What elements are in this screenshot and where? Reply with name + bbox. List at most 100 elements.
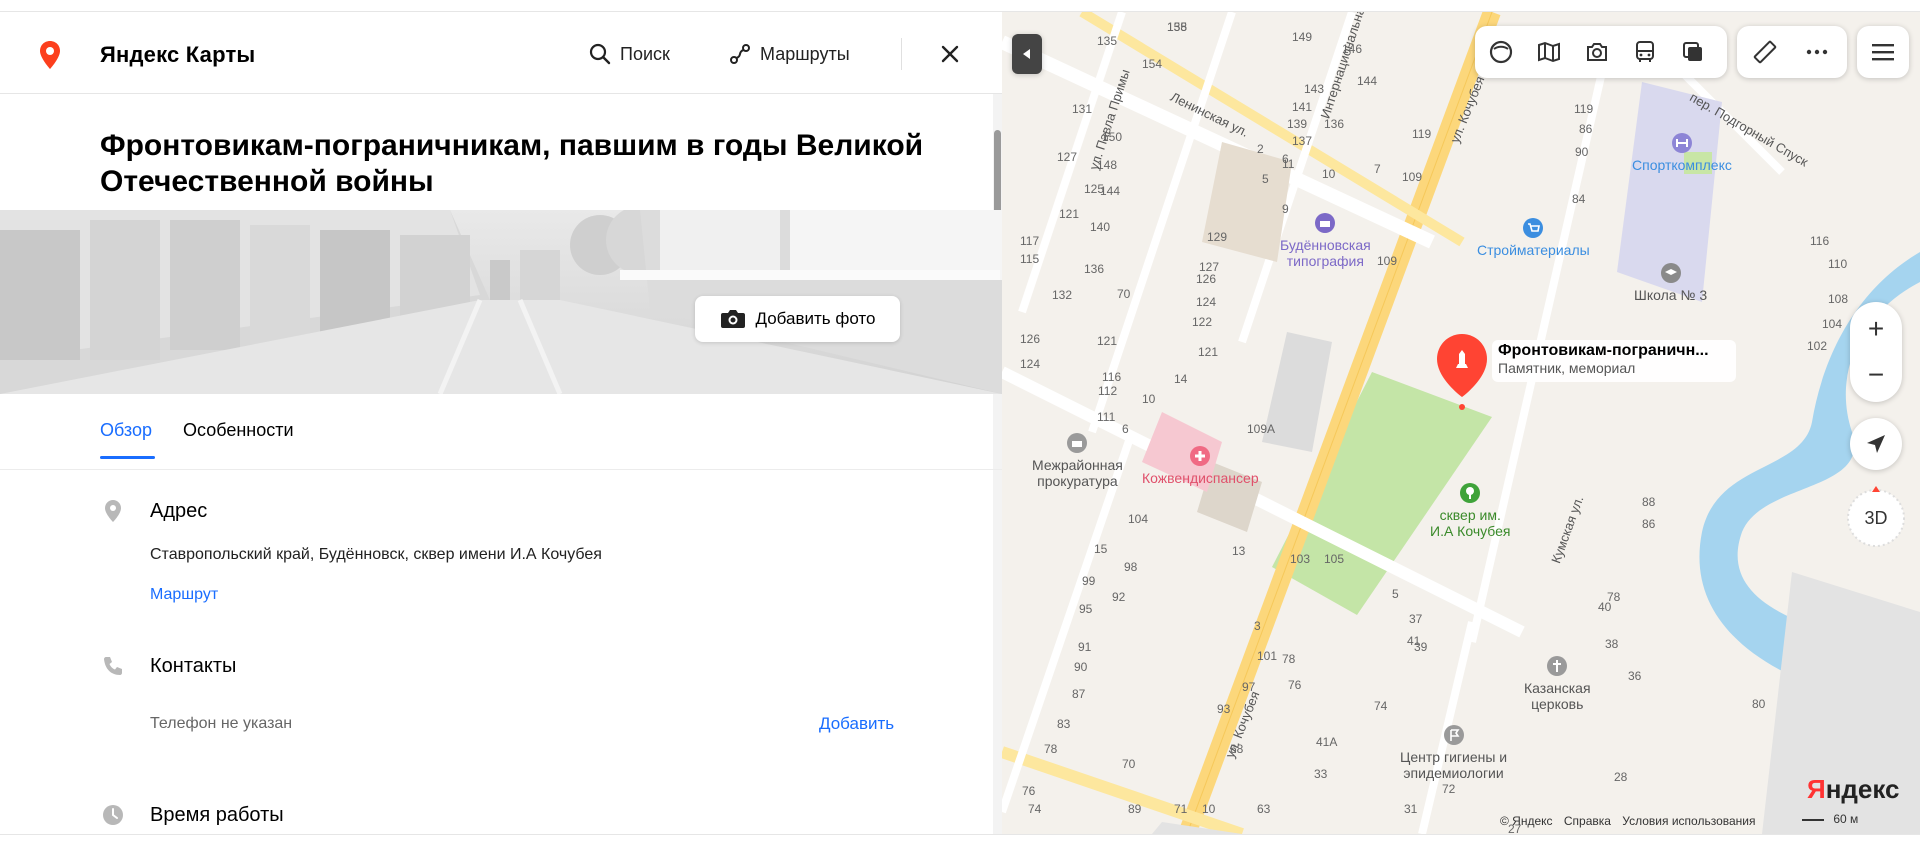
selected-poi-tooltip[interactable]: Фронтовикам-пограничн... Памятник, мемор…	[1492, 340, 1736, 382]
photos-layer-button[interactable]	[1577, 32, 1617, 72]
brand-title[interactable]: Яндекс Карты	[100, 42, 255, 68]
zoom-out-button[interactable]: −	[1850, 352, 1902, 398]
building-number: 93	[1217, 702, 1231, 716]
camera-icon	[720, 310, 745, 328]
more-dots-icon	[1806, 49, 1828, 55]
search-icon	[589, 43, 611, 65]
poi-sports-complex[interactable]: Спорткомплекс	[1632, 132, 1732, 173]
poi-hygiene-center[interactable]: Центр гигиены и эпидемиологии	[1400, 724, 1507, 781]
building-number: 14	[1174, 372, 1188, 386]
building-number: 135	[1097, 34, 1118, 48]
tab-overview[interactable]: Обзор	[100, 420, 152, 441]
poi-prosecutor[interactable]: Межрайонная прокуратура	[1032, 432, 1123, 489]
building-number: 28	[1614, 770, 1628, 784]
building-number: 115	[1020, 252, 1040, 266]
building-number: 101	[1257, 649, 1278, 663]
building-number: 36	[1628, 669, 1642, 683]
printer-icon	[1315, 213, 1336, 233]
building-number: 97	[1242, 680, 1256, 694]
building-number: 146	[1342, 42, 1363, 56]
active-tab-indicator	[100, 456, 155, 459]
mode-3d-label: 3D	[1864, 508, 1888, 528]
building-number: 5	[1262, 172, 1269, 186]
terms-link[interactable]: Условия использования	[1622, 814, 1755, 828]
close-icon[interactable]	[938, 42, 962, 66]
building-number: 144	[1357, 74, 1378, 88]
building-number: 6	[1122, 422, 1129, 436]
top-edge	[0, 0, 1920, 12]
transit-layer-button[interactable]	[1625, 32, 1665, 72]
flag-icon	[1443, 725, 1464, 745]
building-number: 111	[1097, 410, 1116, 424]
building-number: 105	[1324, 552, 1345, 566]
add-phone-link[interactable]: Добавить	[819, 714, 894, 734]
building-number: 126	[1196, 272, 1217, 286]
map-layers-button[interactable]	[1673, 32, 1713, 72]
panorama-button[interactable]	[1481, 32, 1521, 72]
yandex-logo[interactable]: Яндекс	[1807, 774, 1900, 805]
map-view[interactable]: Ленинская ул. ул. Павла Примы Интернацио…	[1002, 12, 1920, 834]
tools-toolbar	[1737, 26, 1847, 78]
building-number: 87	[1072, 687, 1086, 701]
building-number: 98	[1124, 560, 1138, 574]
building-number: 116	[1102, 370, 1122, 384]
selected-poi-marker[interactable]	[1432, 332, 1492, 417]
shopping-cart-icon	[1523, 218, 1544, 238]
building-number: 13	[1232, 544, 1246, 558]
building-number: 15	[1094, 542, 1108, 556]
place-title: Фронтовикам-пограничникам, павшим в годы…	[100, 129, 924, 198]
compass-3d-control[interactable]: 3D	[1844, 484, 1908, 548]
add-photo-button[interactable]: Добавить фото	[695, 296, 900, 342]
building-number: 2	[1257, 142, 1264, 156]
building-number: 143	[1304, 82, 1325, 96]
yandex-maps-pin-icon[interactable]	[38, 40, 62, 70]
place-tabs: Обзор Особенности	[0, 394, 1002, 470]
building-number: 103	[1290, 552, 1311, 566]
building-number: 10	[1142, 392, 1156, 406]
building-number: 89	[1128, 802, 1142, 816]
building-number: 74	[1028, 802, 1042, 816]
bus-icon	[1636, 41, 1654, 62]
route-link[interactable]: Маршрут	[150, 586, 218, 604]
building-number: 86	[1579, 122, 1593, 136]
poi-kazan-church[interactable]: Казанская церковь	[1524, 655, 1591, 712]
poi-school-3[interactable]: Школа № 3	[1634, 262, 1707, 303]
triangle-left-icon	[1023, 49, 1030, 59]
traffic-button[interactable]	[1529, 32, 1569, 72]
tree-icon	[1460, 483, 1481, 503]
poi-typography[interactable]: Будённовская типография	[1280, 212, 1371, 269]
building-number: 63	[1257, 802, 1271, 816]
routes-label: Маршруты	[760, 43, 850, 64]
building-number: 110	[1828, 257, 1848, 271]
menu-button[interactable]	[1857, 26, 1909, 78]
more-tools-button[interactable]	[1797, 32, 1837, 72]
selected-poi-category: Памятник, мемориал	[1498, 360, 1636, 376]
building-number: 5	[1392, 587, 1399, 601]
address-title: Адрес	[150, 500, 208, 522]
church-icon	[1547, 656, 1568, 676]
building-number: 90	[1575, 145, 1589, 159]
building-number: 135	[1167, 20, 1188, 34]
routes-button[interactable]: Маршруты	[728, 39, 850, 69]
poi-building-materials[interactable]: Стройматериалы	[1477, 217, 1590, 258]
collapse-panel-button[interactable]	[1012, 34, 1042, 74]
help-link[interactable]: Справка	[1564, 814, 1611, 828]
zoom-in-button[interactable]: +	[1850, 306, 1902, 352]
hamburger-menu-icon	[1872, 44, 1894, 61]
ruler-button[interactable]	[1745, 32, 1785, 72]
poi-dermatology[interactable]: Кожвендиспансер	[1142, 445, 1259, 486]
ruler-icon	[1753, 40, 1777, 64]
locate-me-button[interactable]	[1850, 418, 1902, 470]
building-number: 102	[1807, 339, 1828, 353]
copyright-text[interactable]: © Яндекс	[1500, 814, 1553, 828]
building-number: 70	[1117, 287, 1131, 301]
building-number: 41А	[1316, 735, 1338, 749]
search-button[interactable]: Поиск	[588, 39, 670, 69]
building-number: 117	[1020, 234, 1040, 248]
tab-features[interactable]: Особенности	[183, 420, 294, 441]
building-number: 116	[1810, 234, 1830, 248]
dumbbell-icon	[1671, 133, 1692, 153]
building-number: 144	[1100, 184, 1121, 198]
poi-kochubey-square[interactable]: сквер им. И.А Кочубея	[1430, 482, 1511, 539]
clock-icon	[103, 805, 123, 825]
